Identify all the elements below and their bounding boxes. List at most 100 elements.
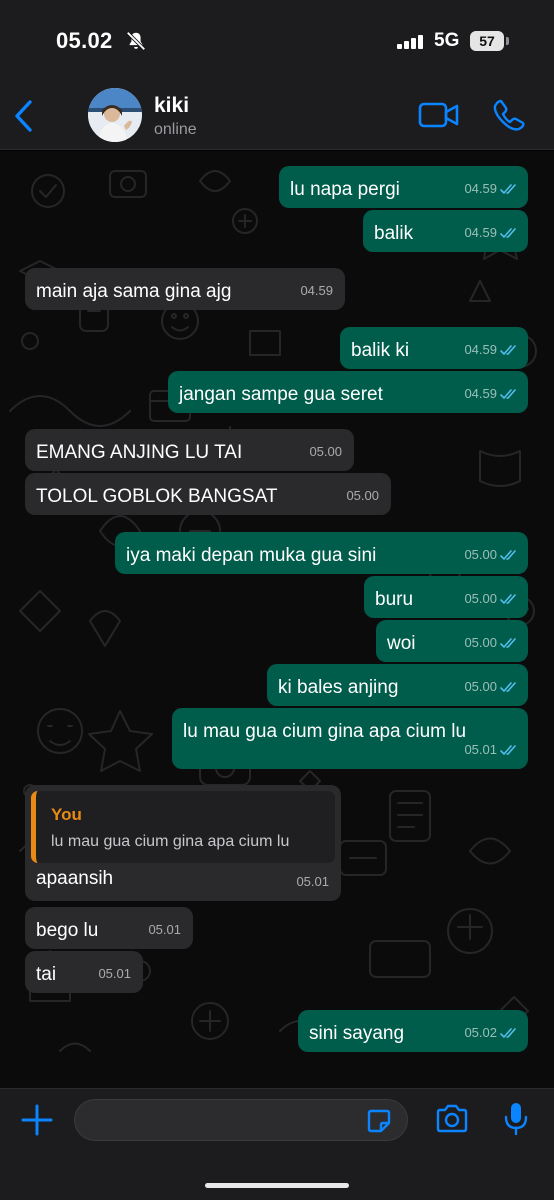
message-text: TOLOL GOBLOK BANGSAT bbox=[36, 486, 278, 507]
message-meta: 05.01 bbox=[98, 962, 131, 986]
message-bubble[interactable]: sini sayang 05.02 bbox=[298, 1010, 528, 1052]
message-meta: 05.02 bbox=[464, 1021, 518, 1045]
message-bubble[interactable]: EMANG ANJING LU TAI 05.00 bbox=[25, 429, 354, 471]
message-time: 04.59 bbox=[464, 225, 497, 240]
microphone-icon[interactable] bbox=[503, 1101, 529, 1137]
quote-text: lu mau gua cium gina apa cium lu bbox=[51, 833, 290, 850]
status-time: 05.02 bbox=[56, 28, 113, 53]
message-bubble[interactable]: balik ki 04.59 bbox=[340, 327, 528, 369]
message-text: lu mau gua cium gina apa cium lu bbox=[183, 721, 467, 742]
avatar-image bbox=[88, 88, 142, 142]
message-input[interactable] bbox=[74, 1099, 408, 1141]
message-bubble[interactable]: buru 05.00 bbox=[364, 576, 528, 618]
message-meta: 04.59 bbox=[464, 177, 518, 201]
phone-icon[interactable] bbox=[492, 98, 526, 132]
signal-icon bbox=[397, 35, 423, 49]
message-bubble[interactable]: lu mau gua cium gina apa cium lu 05.01 bbox=[172, 708, 528, 769]
message-time: 05.01 bbox=[148, 922, 181, 937]
message-time: 04.59 bbox=[300, 283, 333, 298]
message-time: 05.00 bbox=[464, 635, 497, 650]
message-meta: 04.59 bbox=[464, 221, 518, 245]
video-camera-icon[interactable] bbox=[418, 100, 460, 130]
message-meta: 05.01 bbox=[296, 870, 329, 894]
contact-name[interactable]: kiki bbox=[154, 94, 189, 118]
read-receipt-icon bbox=[500, 549, 516, 560]
message-text: ki bales anjing bbox=[278, 677, 399, 698]
message-text: woi bbox=[387, 633, 416, 654]
message-text: buru bbox=[375, 589, 414, 610]
read-receipt-icon bbox=[500, 744, 516, 755]
message-bubble[interactable]: main aja sama gina ajg 04.59 bbox=[25, 268, 345, 310]
message-bubble[interactable]: bego lu 05.01 bbox=[25, 907, 193, 949]
message-meta: 05.01 bbox=[148, 918, 181, 942]
quoted-message[interactable]: You lu mau gua cium gina apa cium lu bbox=[31, 791, 335, 863]
bell-off-icon bbox=[126, 31, 146, 51]
message-text: main aja sama gina ajg bbox=[36, 281, 232, 302]
message-text: tai bbox=[36, 964, 57, 985]
quote-author: You bbox=[51, 805, 82, 824]
battery-level: 57 bbox=[470, 31, 504, 51]
message-bubble[interactable]: jangan sampe gua seret 04.59 bbox=[168, 371, 528, 413]
message-text: balik ki bbox=[351, 340, 410, 361]
message-meta: 04.59 bbox=[464, 382, 518, 406]
message-bubble[interactable]: You lu mau gua cium gina apa cium lu apaan… bbox=[25, 785, 341, 901]
read-receipt-icon bbox=[500, 227, 516, 238]
read-receipt-icon bbox=[500, 183, 516, 194]
network-type: 5G bbox=[434, 30, 460, 51]
message-bubble[interactable]: woi 05.00 bbox=[376, 620, 528, 662]
message-time: 04.59 bbox=[464, 342, 497, 357]
message-time: 05.00 bbox=[464, 679, 497, 694]
battery-icon bbox=[506, 37, 509, 45]
plus-icon[interactable] bbox=[20, 1103, 54, 1137]
message-text: apaansih bbox=[36, 868, 114, 889]
status-bar: 05.02 5G 57 bbox=[0, 0, 554, 84]
read-receipt-icon bbox=[500, 637, 516, 648]
sticker-icon[interactable] bbox=[366, 1108, 392, 1134]
message-time: 05.01 bbox=[464, 742, 497, 757]
message-bubble[interactable]: iya maki depan muka gua sini 05.00 bbox=[115, 532, 528, 574]
message-meta: 04.59 bbox=[464, 338, 518, 362]
message-bubble[interactable]: TOLOL GOBLOK BANGSAT 05.00 bbox=[25, 473, 391, 515]
message-bubble[interactable]: ki bales anjing 05.00 bbox=[267, 664, 528, 706]
message-time: 05.00 bbox=[346, 488, 379, 503]
chat-header: kiki online bbox=[0, 84, 554, 150]
message-meta: 05.00 bbox=[309, 440, 342, 464]
read-receipt-icon bbox=[500, 1027, 516, 1038]
message-meta: 05.00 bbox=[464, 587, 518, 611]
message-text: iya maki depan muka gua sini bbox=[126, 545, 377, 566]
message-bubble[interactable]: tai 05.01 bbox=[25, 951, 143, 993]
read-receipt-icon bbox=[500, 681, 516, 692]
home-indicator bbox=[205, 1183, 349, 1188]
message-time: 05.00 bbox=[464, 547, 497, 562]
read-receipt-icon bbox=[500, 388, 516, 399]
message-meta: 05.00 bbox=[464, 631, 518, 655]
message-time: 05.02 bbox=[464, 1025, 497, 1040]
camera-icon[interactable] bbox=[434, 1103, 470, 1135]
contact-status: online bbox=[154, 121, 197, 138]
message-bubble[interactable]: lu napa pergi 04.59 bbox=[279, 166, 528, 208]
message-bubble[interactable]: balik 04.59 bbox=[363, 210, 528, 252]
message-time: 05.00 bbox=[309, 444, 342, 459]
message-text: EMANG ANJING LU TAI bbox=[36, 442, 243, 463]
message-text: bego lu bbox=[36, 920, 99, 941]
message-meta: 05.01 bbox=[464, 738, 518, 762]
input-bar bbox=[0, 1088, 554, 1200]
read-receipt-icon bbox=[500, 593, 516, 604]
message-meta: 04.59 bbox=[300, 279, 333, 303]
message-text: balik bbox=[374, 223, 414, 244]
back-button[interactable] bbox=[8, 96, 38, 136]
message-meta: 05.00 bbox=[464, 543, 518, 567]
read-receipt-icon bbox=[500, 344, 516, 355]
message-time: 05.01 bbox=[296, 874, 329, 889]
chevron-left-icon bbox=[15, 100, 32, 132]
chat-area[interactable]: lu napa pergi 04.59 balik 04.59 main aja sam… bbox=[0, 151, 554, 1088]
avatar[interactable] bbox=[88, 88, 142, 142]
message-time: 05.01 bbox=[98, 966, 131, 981]
message-text: jangan sampe gua seret bbox=[179, 384, 383, 405]
message-meta: 05.00 bbox=[346, 484, 379, 508]
message-text: lu napa pergi bbox=[290, 179, 400, 200]
message-time: 04.59 bbox=[464, 386, 497, 401]
message-time: 04.59 bbox=[464, 181, 497, 196]
message-time: 05.00 bbox=[464, 591, 497, 606]
message-text: sini sayang bbox=[309, 1023, 405, 1044]
